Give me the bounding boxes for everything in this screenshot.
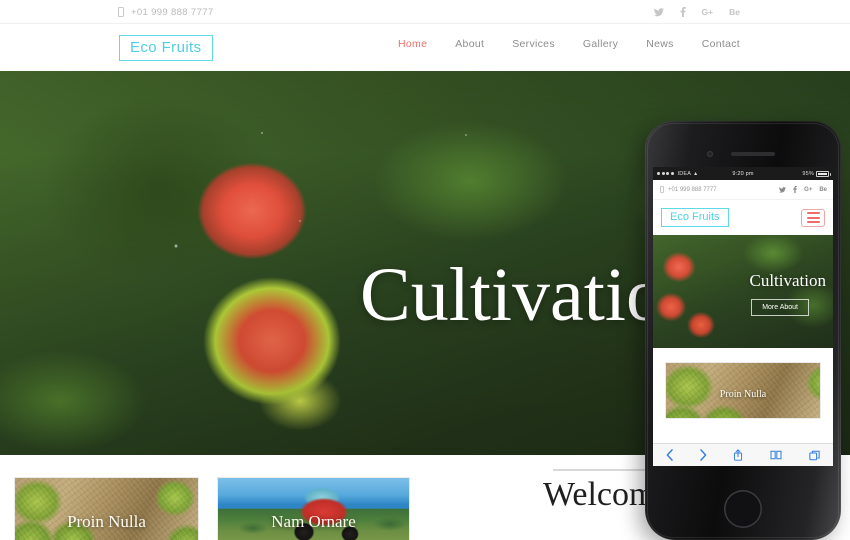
nav-item-contact[interactable]: Contact <box>702 38 740 50</box>
phone-speaker <box>731 152 775 156</box>
nav-item-about[interactable]: About <box>455 38 484 50</box>
topbar-phone-number: +01 999 888 7777 <box>131 6 214 18</box>
battery-group: 95% <box>802 170 831 177</box>
nav-item-gallery[interactable]: Gallery <box>583 38 618 50</box>
safari-toolbar <box>653 443 833 466</box>
phone-site-logo[interactable]: Eco Fruits <box>661 208 729 227</box>
battery-percent: 95% <box>802 170 814 177</box>
nav-item-home[interactable]: Home <box>398 38 427 50</box>
tabs-icon[interactable] <box>809 450 820 461</box>
site-header: Eco Fruits Home About Services Gallery N… <box>0 24 850 71</box>
card-caption: Proin Nulla <box>67 512 146 531</box>
forward-icon[interactable] <box>700 449 707 461</box>
ios-status-bar: IDEA ▴ 9:20 pm 95% <box>653 167 833 180</box>
site-logo[interactable]: Eco Fruits <box>119 35 213 61</box>
google-plus-icon[interactable]: G+ <box>702 8 714 17</box>
phone-camera-icon <box>707 151 713 157</box>
phone-screen: IDEA ▴ 9:20 pm 95% +01 999 888 7777 G+ B… <box>653 167 833 466</box>
behance-icon[interactable]: Be <box>819 187 827 193</box>
phone-hero-image <box>653 235 833 348</box>
phone-hero: Cultivation More About <box>653 235 833 348</box>
phone-icon <box>118 7 124 17</box>
feature-card-nam-ornare[interactable]: Nam Ornare <box>217 477 410 540</box>
more-about-button[interactable]: More About <box>751 299 809 316</box>
back-icon[interactable] <box>666 449 674 461</box>
bookmarks-icon[interactable] <box>770 450 782 460</box>
battery-icon <box>816 170 831 177</box>
phone-feature-card[interactable]: Proin Nulla <box>665 362 821 419</box>
phone-mockup: IDEA ▴ 9:20 pm 95% +01 999 888 7777 G+ B… <box>645 121 841 540</box>
phone-card-caption: Proin Nulla <box>719 389 767 400</box>
phone-home-button[interactable] <box>724 490 762 528</box>
facebook-icon[interactable] <box>793 186 798 193</box>
topbar-social-list: G+ Be <box>653 0 740 24</box>
share-icon[interactable] <box>733 449 743 461</box>
page-root: +01 999 888 7777 G+ Be Eco Fruits Home A… <box>0 0 850 540</box>
twitter-icon[interactable] <box>779 186 787 193</box>
phone-social-list: G+ Be <box>779 186 827 193</box>
card-caption: Nam Ornare <box>271 512 356 531</box>
facebook-icon[interactable] <box>680 7 686 17</box>
twitter-icon[interactable] <box>653 7 664 17</box>
top-bar: +01 999 888 7777 G+ Be <box>0 0 850 24</box>
hamburger-icon[interactable] <box>801 208 825 227</box>
google-plus-icon[interactable]: G+ <box>804 187 812 193</box>
phone-hero-title: Cultivation <box>749 271 827 290</box>
behance-icon[interactable]: Be <box>729 8 740 17</box>
nav-item-news[interactable]: News <box>646 38 673 50</box>
phone-site-header: Eco Fruits <box>653 200 833 235</box>
phone-topbar-phone-number: +01 999 888 7777 <box>668 186 717 193</box>
phone-icon <box>660 186 664 193</box>
nav-item-services[interactable]: Services <box>512 38 555 50</box>
main-nav: Home About Services Gallery News Contact <box>398 38 740 50</box>
phone-topbar-phone[interactable]: +01 999 888 7777 <box>660 186 717 193</box>
phone-top-bar: +01 999 888 7777 G+ Be <box>653 180 833 200</box>
phone-body: Proin Nulla <box>653 348 833 443</box>
topbar-phone[interactable]: +01 999 888 7777 <box>118 0 213 24</box>
feature-card-proin-nulla[interactable]: Proin Nulla <box>14 477 199 540</box>
